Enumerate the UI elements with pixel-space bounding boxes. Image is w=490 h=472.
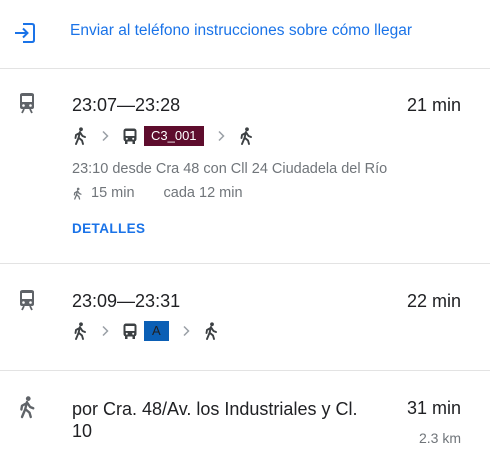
walk-icon [205,322,217,340]
send-to-phone-link[interactable]: Enviar al teléfono instrucciones sobre c… [70,22,412,40]
walk-time: 15 min [91,185,135,201]
walk-icon [20,396,35,419]
send-to-phone-icon [15,23,35,43]
walk-icon [74,127,86,145]
chevron-right-icon [218,130,225,142]
route-steps: A [72,321,219,341]
duration: 21 min [406,95,461,115]
route-walk-frequency: 15 min cada 12 min [72,185,243,201]
bus-icon [123,323,137,339]
duration: 22 min [406,291,461,311]
train-icon [20,93,34,114]
train-icon [20,290,34,311]
departure-info: 23:10 desde Cra 48 con Cll 24 Ciudadela … [72,161,388,177]
chevron-right-icon [183,325,190,337]
frequency: cada 12 min [163,185,243,201]
walk-icon [240,127,252,145]
walk-icon [73,187,82,200]
transit-line-badge: C3_001 [144,126,204,146]
chevron-right-icon [102,325,109,337]
duration: 31 min [406,398,461,418]
distance: 2.3 km [418,430,461,446]
route-steps: C3_001 [72,126,254,146]
send-to-phone-row[interactable]: Enviar al teléfono instrucciones sobre c… [0,0,490,68]
chevron-right-icon [102,130,109,142]
bus-icon [123,128,137,144]
route-option-1[interactable]: 23:07—23:28 21 min C3_001 23:10 desde Cr… [0,69,490,263]
route-option-2[interactable]: 23:09—23:31 22 min A [0,264,490,370]
time-range: 23:09—23:31 [72,291,181,311]
transit-line-badge: A [144,321,169,341]
route-option-3[interactable]: por Cra. 48/Av. los Industriales y Cl. 1… [0,371,490,472]
details-link[interactable]: DETALLES [72,221,145,236]
walk-icon [74,322,86,340]
time-range: 23:07—23:28 [72,95,181,115]
route-description: por Cra. 48/Av. los Industriales y Cl. 1… [72,399,358,441]
